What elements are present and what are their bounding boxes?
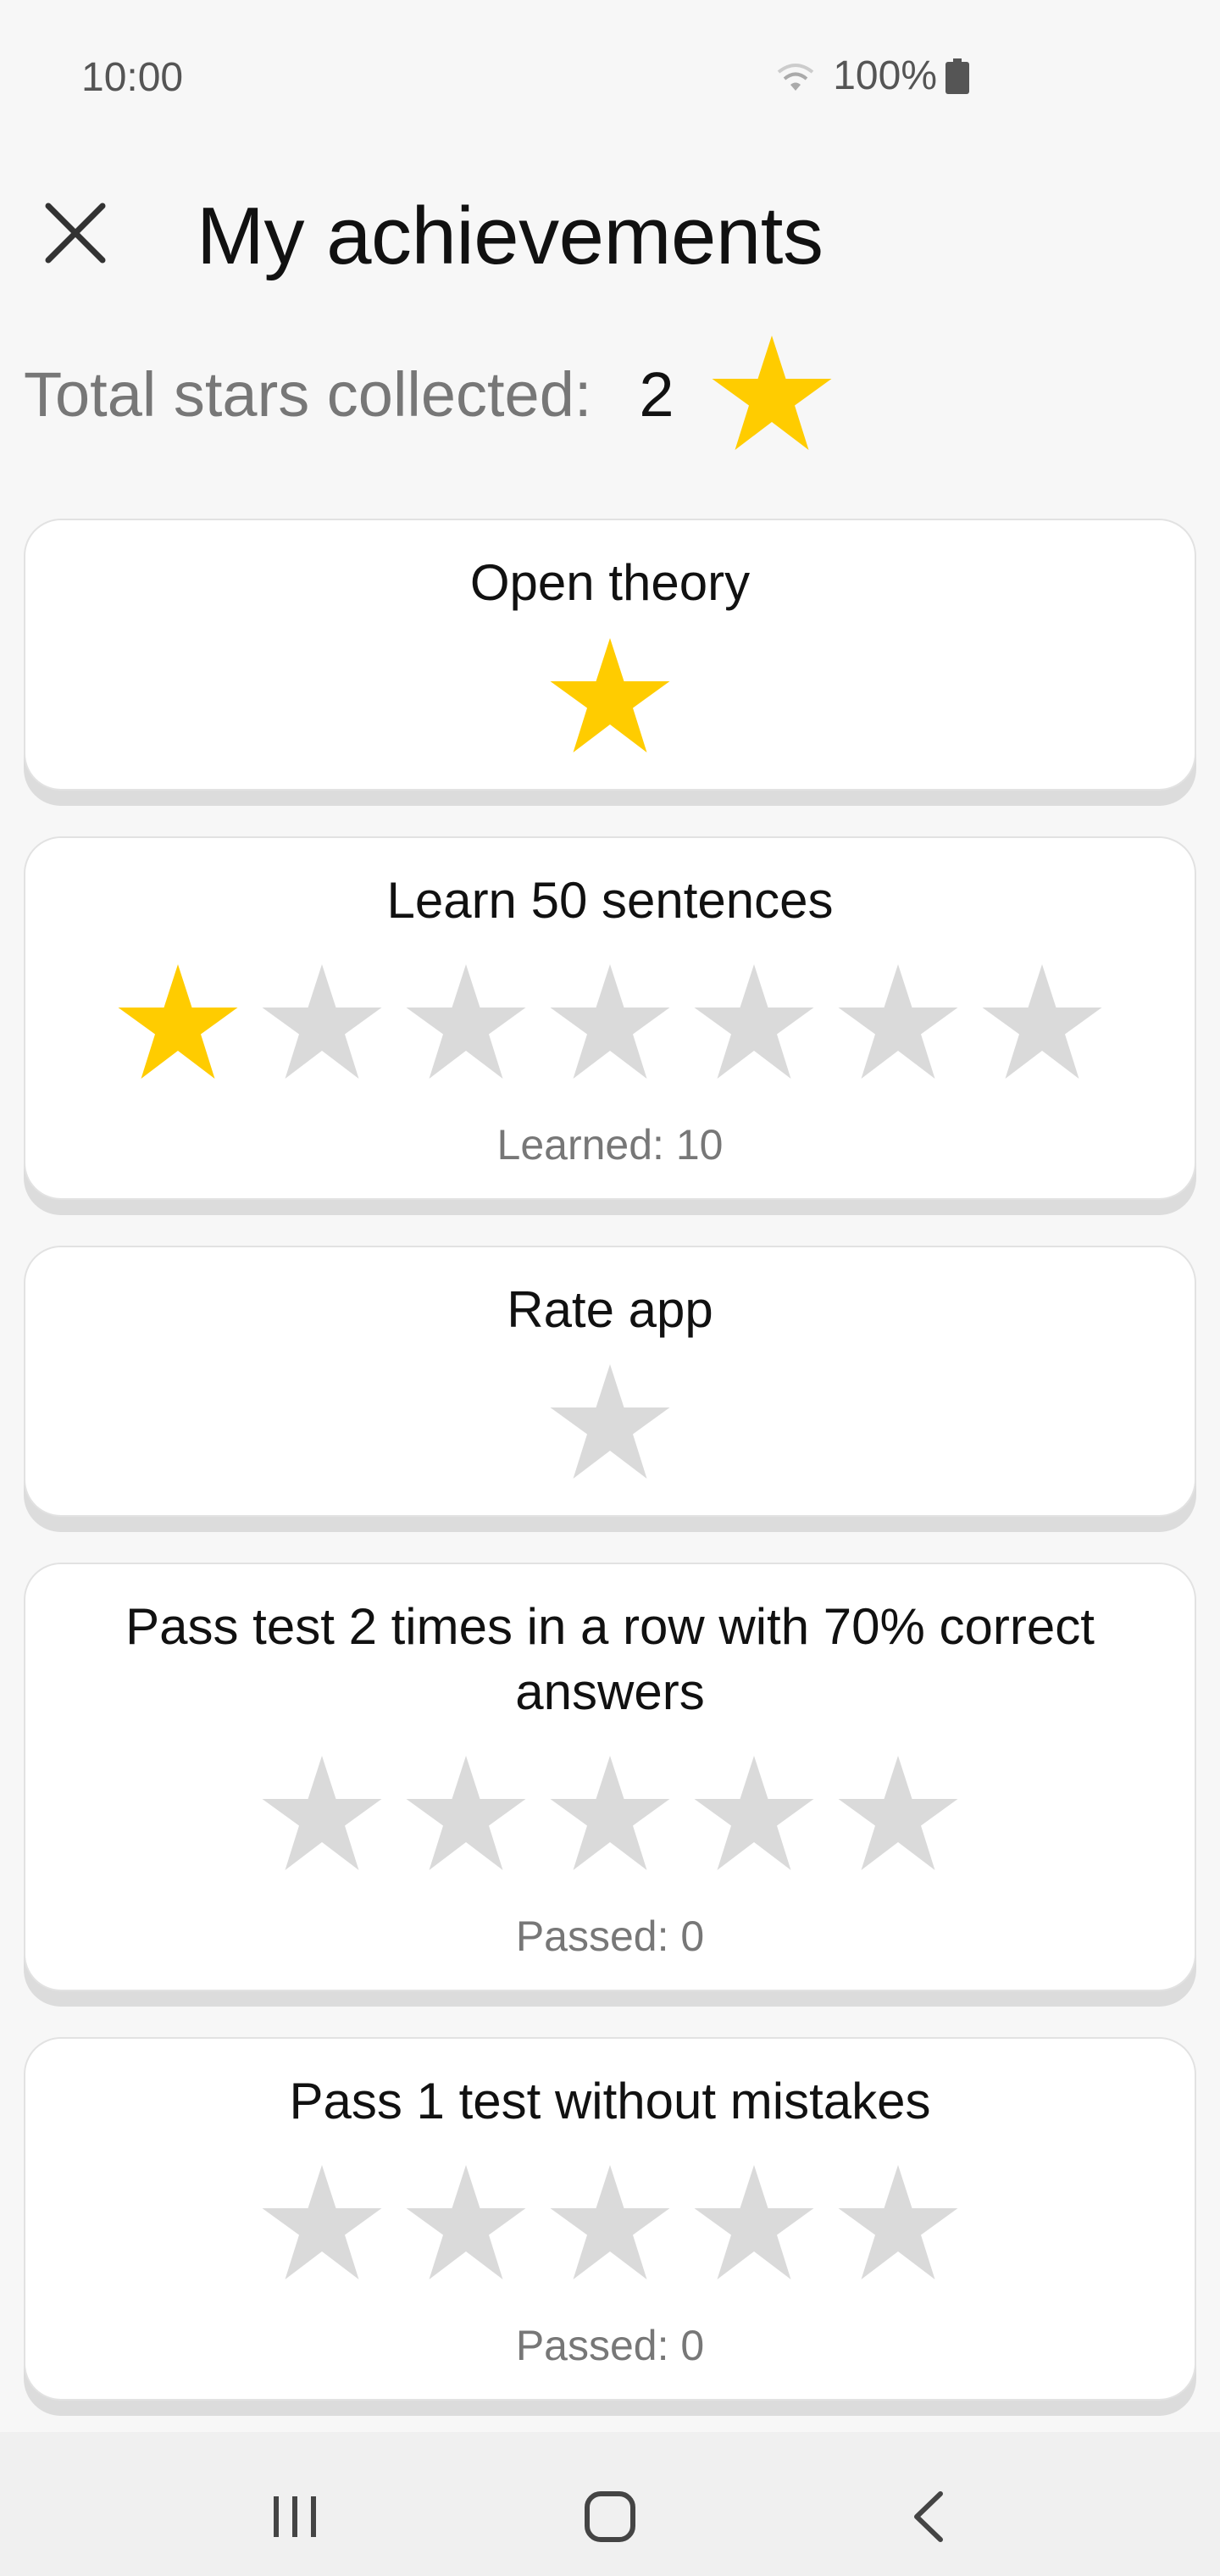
total-stars-label: Total stars collected: <box>24 358 592 430</box>
achievement-title: Learn 50 sentences <box>386 871 834 929</box>
status-time: 10:00 <box>81 55 184 100</box>
wifi-icon <box>777 63 814 91</box>
system-nav-bar <box>0 2432 1220 2576</box>
star-filled-icon <box>550 637 670 752</box>
achievements-list: Open theory Learn 50 sentences Learned: 10… <box>24 519 1196 2446</box>
achievement-progress: Passed: 0 <box>515 2321 705 2369</box>
star-empty-icon <box>550 963 670 1079</box>
star-filled-icon <box>118 963 238 1079</box>
star-empty-icon <box>982 963 1102 1079</box>
status-indicators: 100% <box>774 53 969 99</box>
close-icon <box>45 203 106 264</box>
achievement-card[interactable]: Learn 50 sentences Learned: 10 <box>24 836 1196 1200</box>
achievement-title: Pass test 2 times in a row with 70% corr… <box>125 1598 1095 1721</box>
star-empty-icon <box>550 1364 670 1480</box>
recent-apps-button[interactable] <box>244 2466 346 2568</box>
status-bar: 10:00 100% <box>0 0 1220 153</box>
star-empty-icon <box>262 1755 382 1870</box>
achievement-title: Pass 1 test without mistakes <box>289 2072 931 2129</box>
star-empty-icon <box>262 963 382 1079</box>
battery-icon <box>946 58 969 94</box>
total-stars-value: 2 <box>639 358 674 430</box>
achievement-card[interactable]: Pass test 2 times in a row with 70% corr… <box>24 1563 1196 1991</box>
star-empty-icon <box>838 1755 958 1870</box>
star-empty-icon <box>406 963 526 1079</box>
achievement-card[interactable]: Rate app <box>24 1245 1196 1518</box>
back-icon <box>914 2491 943 2542</box>
achievement-card[interactable]: Pass 1 test without mistakes Passed: 0 <box>24 2036 1196 2401</box>
achievement-stars <box>59 1359 1161 1486</box>
home-button[interactable] <box>559 2466 661 2568</box>
achievement-stars <box>59 633 1161 760</box>
home-icon <box>585 2491 635 2542</box>
achievement-card[interactable]: Open theory <box>24 519 1196 791</box>
star-empty-icon <box>694 2164 814 2279</box>
page-title: My achievements <box>197 191 824 281</box>
star-empty-icon <box>550 2164 670 2279</box>
achievement-title: Open theory <box>469 554 751 611</box>
achievement-progress: Learned: 10 <box>496 1120 724 1169</box>
recent-apps-icon <box>274 2496 316 2537</box>
star-empty-icon <box>550 1755 670 1870</box>
star-empty-icon <box>406 2164 526 2279</box>
star-icon <box>712 336 832 450</box>
star-empty-icon <box>694 963 814 1079</box>
star-empty-icon <box>838 963 958 1079</box>
achievement-title: Rate app <box>507 1280 713 1338</box>
achievement-stars <box>59 2160 1161 2287</box>
achievement-stars <box>59 959 1161 1086</box>
close-button[interactable] <box>37 195 114 271</box>
battery-percent: 100% <box>833 53 937 98</box>
achievement-stars <box>59 1751 1161 1878</box>
star-empty-icon <box>694 1755 814 1870</box>
header: My achievements <box>0 169 1220 305</box>
total-stars-row: Total stars collected: 2 <box>24 330 835 458</box>
star-empty-icon <box>406 1755 526 1870</box>
star-empty-icon <box>262 2164 382 2279</box>
achievement-progress: Passed: 0 <box>515 1912 705 1960</box>
back-button[interactable] <box>878 2466 979 2568</box>
star-empty-icon <box>838 2164 958 2279</box>
